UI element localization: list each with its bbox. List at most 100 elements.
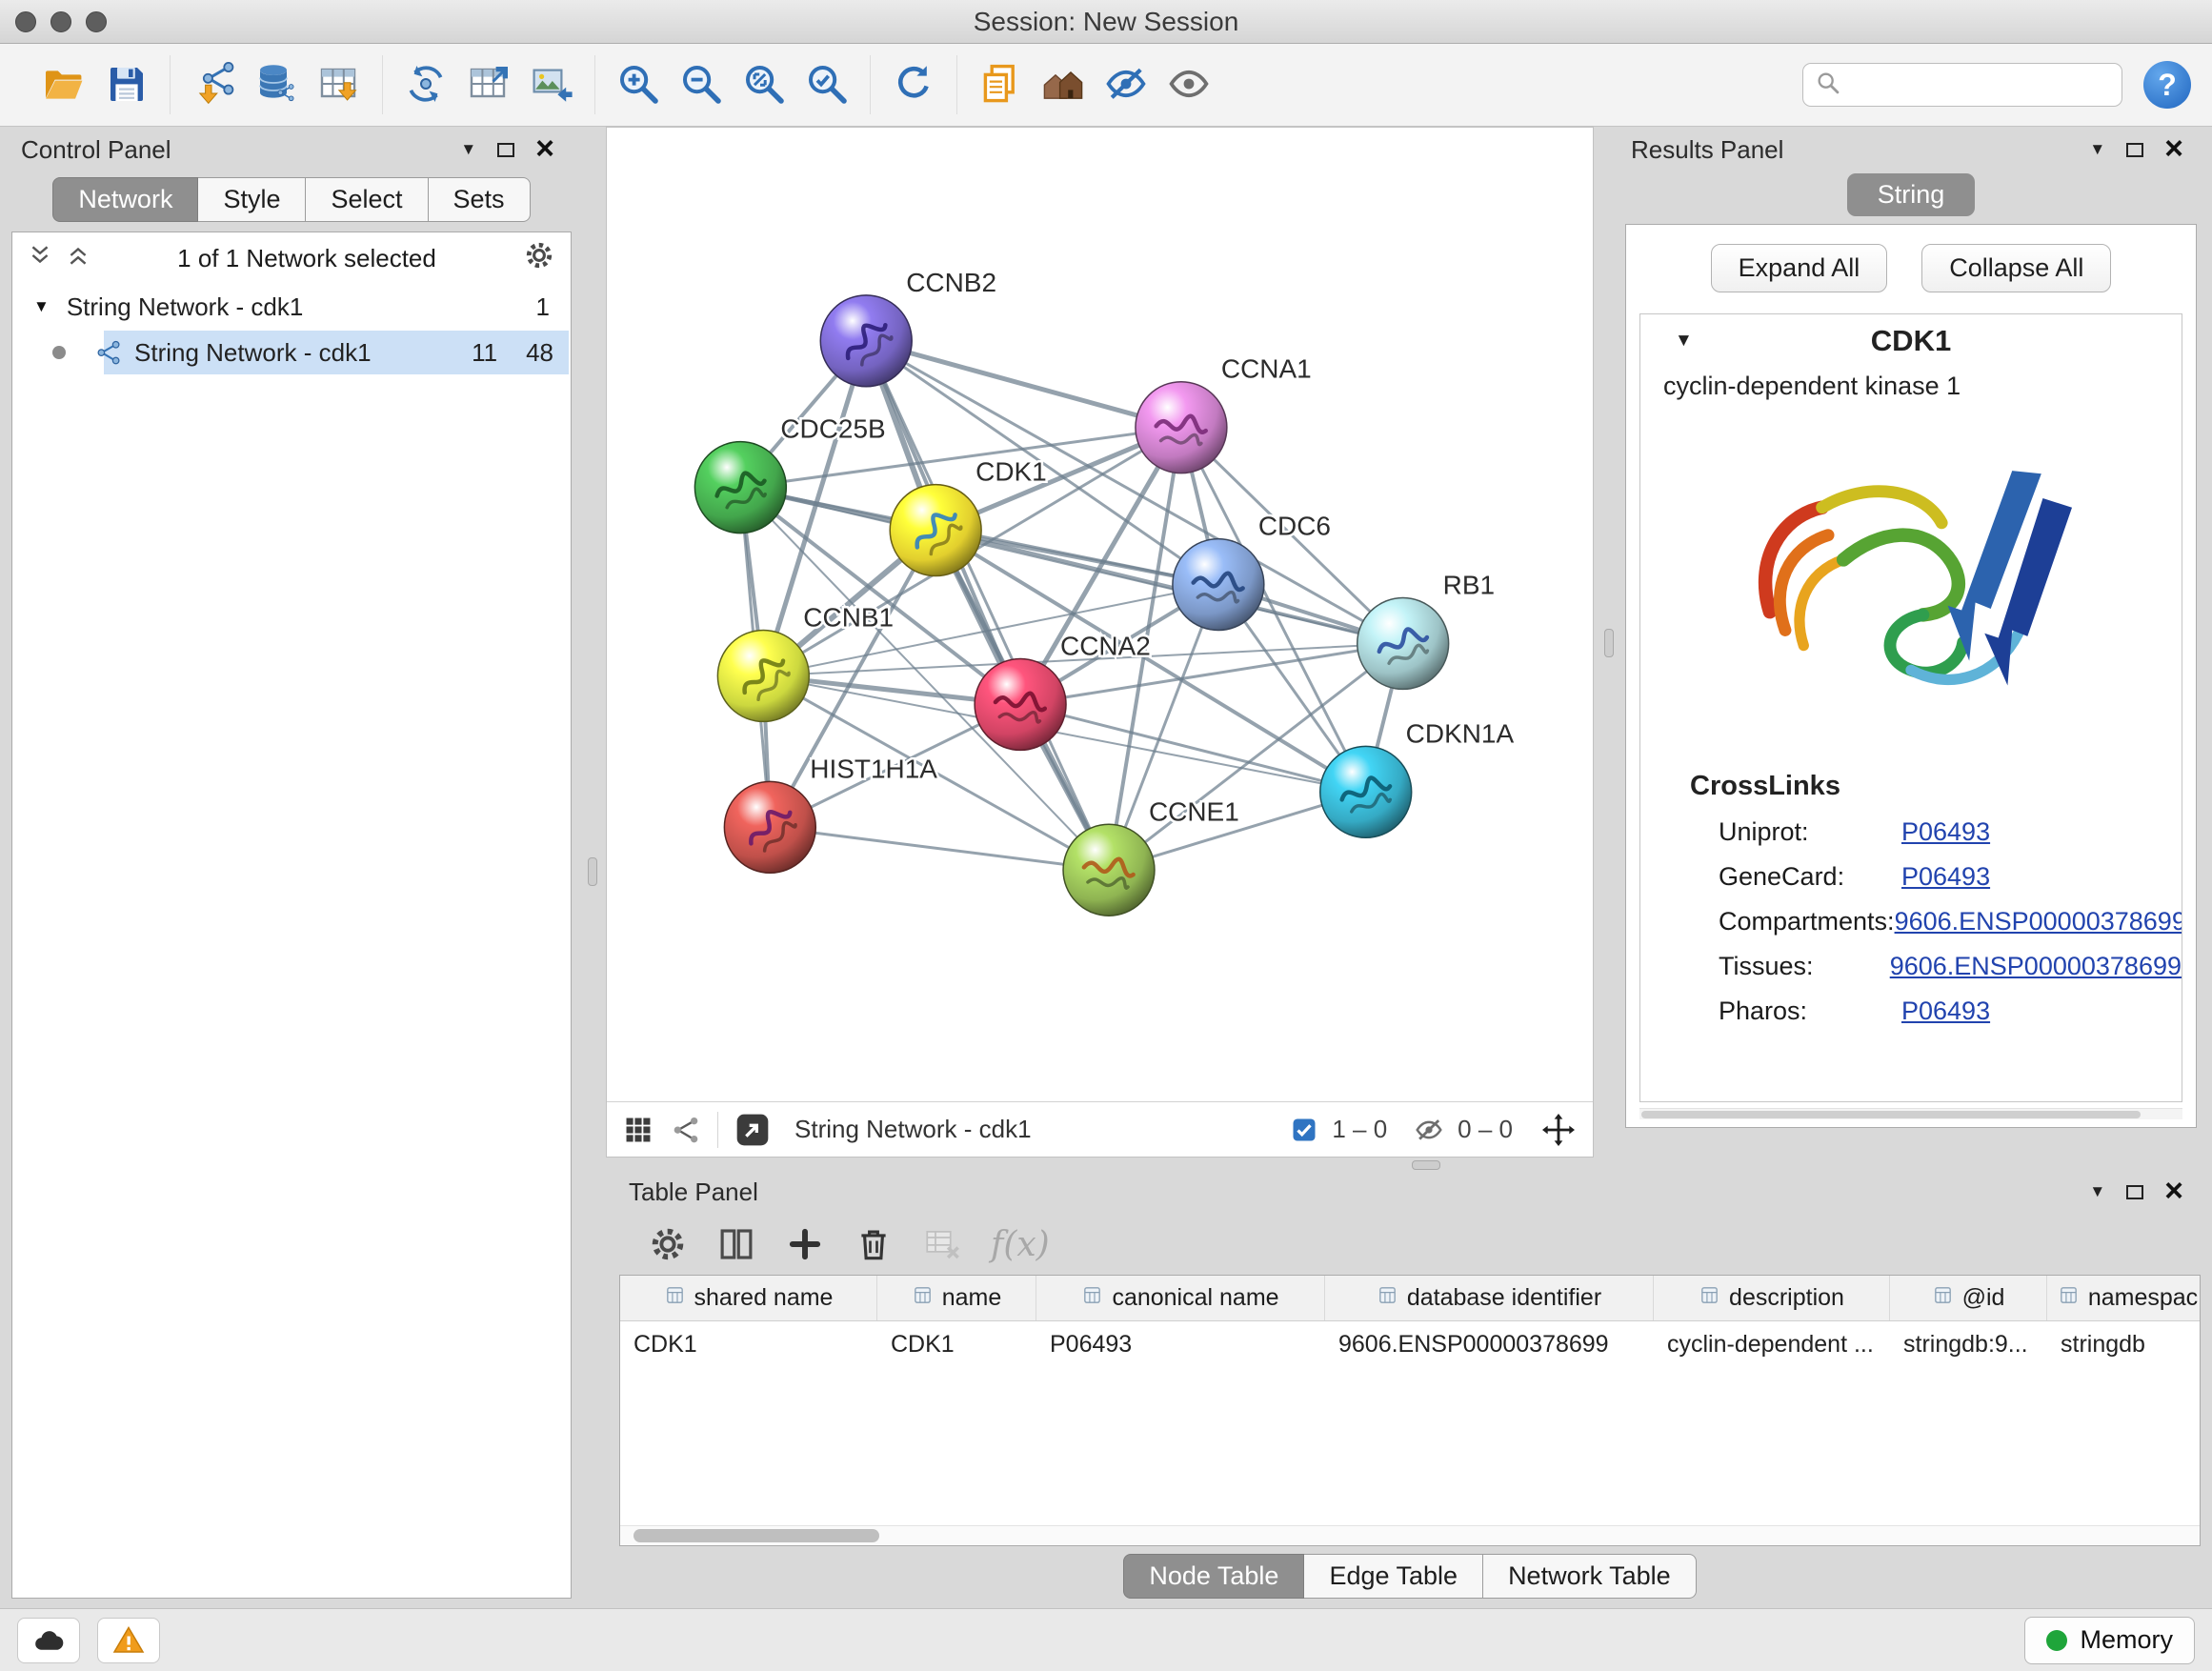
crosslink-value-link[interactable]: P06493 (1901, 817, 1990, 847)
memory-button[interactable]: Memory (2024, 1617, 2195, 1664)
crosslink-value-link[interactable]: 9606.ENSP00000378699 (1890, 952, 2182, 981)
hide-selected-button[interactable] (1096, 55, 1156, 114)
minimize-window-button[interactable] (50, 11, 71, 32)
table-cell[interactable]: stringdb:9... (1890, 1321, 2047, 1367)
panel-close-icon[interactable]: × (2164, 136, 2183, 162)
search-field[interactable] (1802, 63, 2122, 107)
network-node-ccna2[interactable]: CCNA2 (975, 631, 1151, 750)
zoom-fit-button[interactable] (734, 55, 794, 114)
panel-float-icon[interactable] (2126, 143, 2143, 157)
export-image-button[interactable] (522, 55, 581, 114)
network-node-ccnb1[interactable]: CCNB1 (717, 602, 894, 721)
tab-edge-table[interactable]: Edge Table (1304, 1554, 1483, 1599)
section-collapse-icon[interactable]: ▼ (1675, 331, 1693, 352)
table-cell[interactable]: stringdb (2047, 1321, 2201, 1367)
panel-menu-icon[interactable]: ▼ (460, 140, 476, 159)
tab-string[interactable]: String (1847, 173, 1976, 216)
panel-close-icon[interactable]: × (535, 136, 554, 162)
hidden-eye-slash-icon[interactable] (1414, 1115, 1444, 1145)
panel-float-icon[interactable] (497, 143, 514, 157)
refresh-view-button[interactable] (884, 55, 943, 114)
show-columns-icon[interactable] (716, 1224, 756, 1264)
table-cell[interactable]: 9606.ENSP00000378699 (1325, 1321, 1654, 1367)
open-session-button[interactable] (34, 55, 93, 114)
zoom-selected-button[interactable] (797, 55, 856, 114)
column-header-database-identifier[interactable]: database identifier (1325, 1276, 1654, 1320)
network-canvas[interactable]: CCNB2CCNA1CDC25BCDK1CDC6RB1CCNB1CCNA2CDK… (607, 128, 1593, 1101)
tab-node-table[interactable]: Node Table (1123, 1554, 1304, 1599)
copy-document-button[interactable] (971, 55, 1030, 114)
splitter-handle[interactable] (1604, 629, 1614, 657)
save-session-button[interactable] (97, 55, 156, 114)
network-node-hist1h1a[interactable]: HIST1H1A (724, 754, 937, 873)
network-node-ccna1[interactable]: CCNA1 (1136, 354, 1312, 473)
table-cell[interactable]: CDK1 (877, 1321, 1036, 1367)
crosslink-value-link[interactable]: P06493 (1901, 862, 1990, 892)
network-edge[interactable] (770, 827, 1109, 870)
gene-section-header[interactable]: ▼ CDK1 (1640, 314, 2182, 368)
column-header-name[interactable]: name (877, 1276, 1036, 1320)
network-node-rb1[interactable]: RB1 (1357, 571, 1495, 690)
panel-close-icon[interactable]: × (2164, 1178, 2183, 1204)
expand-all-networks-icon[interactable] (66, 243, 90, 274)
help-button[interactable]: ? (2143, 61, 2191, 109)
close-window-button[interactable] (15, 11, 36, 32)
column-header--id[interactable]: @id (1890, 1276, 2047, 1320)
scrollbar-thumb[interactable] (633, 1529, 879, 1542)
network-graph[interactable]: CCNB2CCNA1CDC25BCDK1CDC6RB1CCNB1CCNA2CDK… (607, 128, 1593, 1101)
pan-move-icon[interactable] (1539, 1111, 1578, 1149)
collapse-all-button[interactable]: Collapse All (1921, 244, 2111, 292)
cloud-status-button[interactable] (17, 1618, 80, 1663)
network-share-icon[interactable] (670, 1114, 702, 1146)
column-header-shared-name[interactable]: shared name (620, 1276, 877, 1320)
warnings-button[interactable] (97, 1618, 160, 1663)
grid-view-icon[interactable] (622, 1114, 654, 1146)
home-view-button[interactable] (1034, 55, 1093, 114)
add-column-icon[interactable] (785, 1224, 825, 1264)
zoom-out-button[interactable] (672, 55, 731, 114)
table-settings-gear-icon[interactable] (648, 1224, 688, 1264)
panel-float-icon[interactable] (2126, 1185, 2143, 1199)
panel-menu-icon[interactable]: ▼ (2089, 1182, 2105, 1201)
panel-menu-icon[interactable]: ▼ (2089, 140, 2105, 159)
tab-network[interactable]: Network (52, 177, 198, 222)
selected-checkbox-icon[interactable] (1290, 1116, 1318, 1144)
zoom-in-button[interactable] (609, 55, 668, 114)
network-row[interactable]: String Network - cdk1 11 48 (12, 330, 571, 375)
tab-sets[interactable]: Sets (429, 177, 531, 222)
splitter-handle[interactable] (1412, 1160, 1440, 1170)
import-network-file-button[interactable] (184, 55, 243, 114)
table-horizontal-scrollbar[interactable] (620, 1525, 2200, 1545)
network-from-selection-button[interactable] (396, 55, 455, 114)
column-header-namespac[interactable]: namespac (2047, 1276, 2201, 1320)
search-input[interactable] (1849, 70, 2168, 100)
zoom-window-button[interactable] (86, 11, 107, 32)
crosslink-value-link[interactable]: 9606.ENSP00000378699 (1895, 907, 2182, 936)
table-cell[interactable]: P06493 (1036, 1321, 1325, 1367)
show-all-button[interactable] (1159, 55, 1218, 114)
import-network-database-button[interactable] (247, 55, 306, 114)
delete-column-icon[interactable] (854, 1224, 894, 1264)
splitter-handle[interactable] (588, 857, 597, 886)
network-node-ccne1[interactable]: CCNE1 (1063, 796, 1239, 916)
table-row[interactable]: CDK1CDK1P064939606.ENSP00000378699cyclin… (620, 1321, 2200, 1367)
network-options-gear-icon[interactable] (523, 239, 555, 278)
collection-collapse-icon[interactable]: ▼ (33, 297, 50, 316)
collapse-all-networks-icon[interactable] (28, 243, 52, 274)
table-from-network-button[interactable] (459, 55, 518, 114)
column-header-canonical-name[interactable]: canonical name (1036, 1276, 1325, 1320)
results-scrollbar[interactable] (1639, 1108, 2182, 1119)
open-in-new-window-icon[interactable] (734, 1111, 772, 1149)
column-header-description[interactable]: description (1654, 1276, 1890, 1320)
network-edge[interactable] (866, 341, 1109, 870)
import-table-file-button[interactable] (310, 55, 369, 114)
crosslink-value-link[interactable]: P06493 (1901, 997, 1990, 1026)
table-cell[interactable]: cyclin-dependent ... (1654, 1321, 1890, 1367)
tab-network-table[interactable]: Network Table (1483, 1554, 1697, 1599)
network-node-cdkn1a[interactable]: CDKN1A (1320, 718, 1515, 837)
network-edge[interactable] (866, 341, 1181, 428)
network-collection-row[interactable]: ▼ String Network - cdk1 1 (12, 284, 571, 330)
table-cell[interactable]: CDK1 (620, 1321, 877, 1367)
function-builder-button[interactable]: f(x) (991, 1225, 1050, 1264)
tab-select[interactable]: Select (306, 177, 428, 222)
